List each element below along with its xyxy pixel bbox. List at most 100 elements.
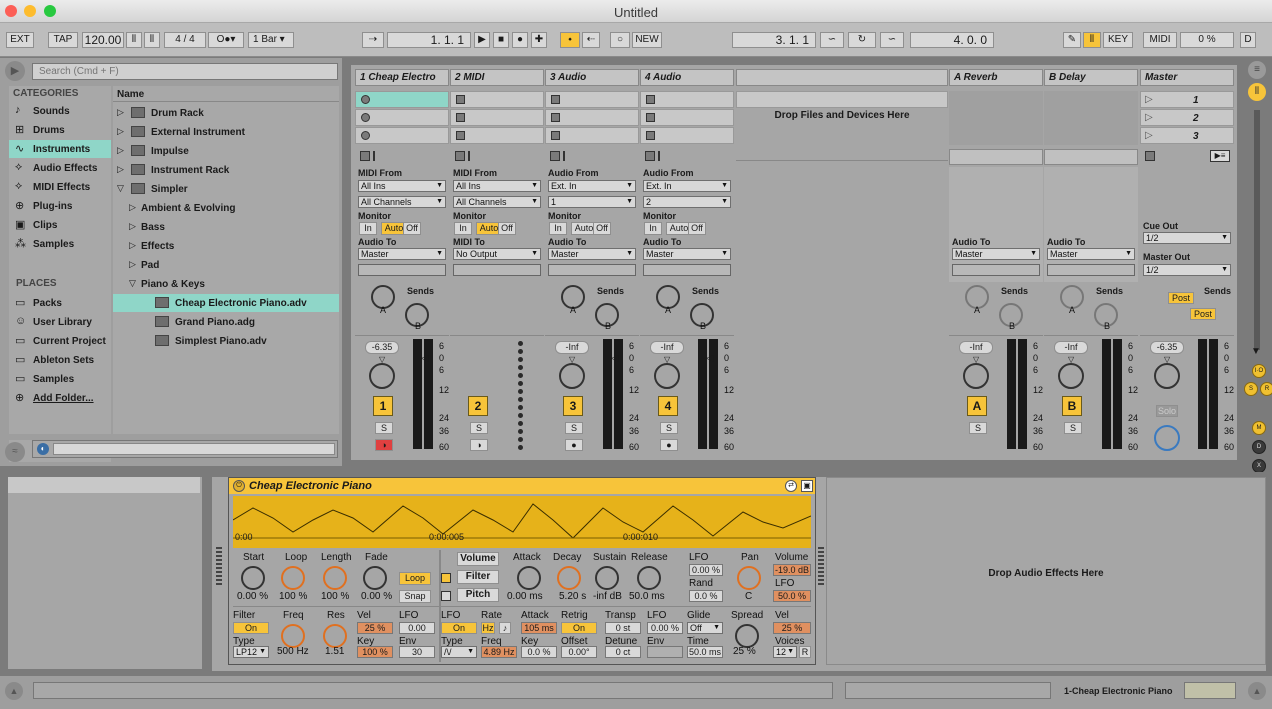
browser-item[interactable]: ▷ Effects [113, 237, 339, 255]
arm-button[interactable]: ● [660, 439, 678, 451]
loop-switch-icon[interactable]: ↻ [848, 32, 876, 48]
place-item[interactable]: ☺ User Library [9, 313, 111, 331]
browser-item[interactable]: ▷ Impulse [113, 142, 339, 160]
clip-stop-icon[interactable] [361, 131, 370, 140]
volume-slider-icon[interactable]: ◁ [421, 353, 429, 364]
volume-lfo-value[interactable]: 50.0 % [773, 590, 811, 602]
browser-item[interactable]: ▷ Drum Rack [113, 104, 339, 122]
master-volume-field[interactable]: -6.35 [1150, 341, 1184, 354]
scene-menu-icon[interactable]: ▶≡ [1210, 150, 1230, 162]
track-stop-icon[interactable] [550, 151, 560, 161]
return-output-channel[interactable] [952, 264, 1040, 276]
clip-stop-icon[interactable] [551, 95, 560, 104]
automation-arm-icon[interactable]: ⬩ [560, 32, 580, 48]
lfo-sync-icon[interactable]: ♪ [499, 622, 511, 634]
clip-slot[interactable] [355, 127, 449, 144]
output-select[interactable]: No Output [453, 248, 541, 260]
browser-item[interactable]: ▷ Pad [113, 256, 339, 274]
master-header[interactable]: Master [1140, 69, 1234, 86]
scene-launch[interactable]: ▷ 3 [1140, 127, 1234, 144]
scroll-down-icon[interactable]: ▼ [1251, 346, 1261, 357]
chain-drag-handle[interactable] [216, 547, 222, 587]
category-item[interactable]: ∿ Instruments [9, 140, 111, 158]
browser-item[interactable]: ▷ External Instrument [113, 123, 339, 141]
disclosure-icon[interactable]: ▷ [117, 107, 124, 118]
solo-switch-button[interactable]: Solo [1156, 405, 1178, 417]
back-to-arrangement-icon[interactable]: ⇠ [582, 32, 600, 48]
track-activator[interactable]: 4 [658, 396, 678, 416]
stop-icon[interactable]: ■ [493, 32, 509, 48]
loop-length[interactable]: 4. 0. 0 [910, 32, 994, 48]
tempo-field[interactable]: 120.00 [82, 32, 124, 48]
sample-waveform[interactable]: 0:00 0:00:005 0:00:010 [233, 496, 811, 548]
cue-out-select[interactable]: 1/2 [1143, 232, 1231, 244]
overdub-icon[interactable]: ✚ [531, 32, 547, 48]
return-solo-button[interactable]: S [969, 422, 987, 434]
arm-button[interactable]: ◑ [375, 439, 393, 451]
volume-field[interactable]: -Inf [650, 341, 684, 354]
browser-item[interactable]: Grand Piano.adg [113, 313, 339, 331]
monitor-off-button[interactable]: Off [498, 222, 516, 235]
lfo-freq-value[interactable]: 4.89 Hz [481, 646, 517, 658]
io-toggle-icon[interactable]: M [1252, 421, 1266, 435]
solo-button[interactable]: S [470, 422, 488, 434]
scene-play-icon[interactable]: ▷ [1145, 94, 1153, 105]
solo-button[interactable]: S [565, 422, 583, 434]
audio-effects-drop-zone[interactable]: Drop Audio Effects Here [826, 477, 1266, 665]
return-pan-knob[interactable] [1058, 363, 1084, 389]
glide-time-value[interactable]: 50.0 ms [687, 646, 723, 658]
return-output-select[interactable]: Master [952, 248, 1040, 260]
post-button[interactable]: Post [1168, 292, 1194, 304]
category-item[interactable]: ⟡ Audio Effects [9, 159, 111, 177]
category-item[interactable]: ▣ Clips [9, 216, 111, 234]
filter-freq-knob[interactable] [281, 624, 305, 648]
output-channel[interactable] [548, 264, 636, 276]
voices-select[interactable]: 12 [773, 646, 797, 658]
track-activator[interactable]: 3 [563, 396, 583, 416]
volume-slider-icon[interactable]: ◁ [706, 353, 714, 364]
stop-all-clips-icon[interactable] [1145, 151, 1155, 161]
track-stop-icon[interactable] [360, 151, 370, 161]
clip-stop-icon[interactable] [361, 95, 370, 104]
track-header[interactable]: 3 Audio [545, 69, 639, 86]
clip-slot[interactable] [640, 127, 734, 144]
pan-knob[interactable] [559, 363, 585, 389]
vel-value[interactable]: 25 % [773, 622, 811, 634]
pitch-enable[interactable] [441, 591, 451, 601]
monitor-in-button[interactable]: In [549, 222, 567, 235]
category-item[interactable]: ⁂ Samples [9, 235, 111, 253]
new-button[interactable]: NEW [632, 32, 662, 48]
volume-field[interactable]: -6.35 [365, 341, 399, 354]
master-out-select[interactable]: 1/2 [1143, 264, 1231, 276]
track-activator[interactable]: 1 [373, 396, 393, 416]
spread-knob[interactable] [735, 624, 759, 648]
return-volume-field[interactable]: -Inf [1054, 341, 1088, 354]
volume-tab[interactable]: Volume [457, 552, 499, 566]
lfo-hz-button[interactable]: Hz [481, 622, 495, 634]
return-header[interactable]: B Delay [1044, 69, 1138, 86]
track-stop-icon[interactable] [455, 151, 465, 161]
monitor-off-button[interactable]: Off [403, 222, 421, 235]
volume-value[interactable]: -19.0 dB [773, 564, 811, 576]
master-pan-knob[interactable] [1154, 363, 1180, 389]
cue-volume-knob[interactable] [1154, 425, 1180, 451]
info-toggle-icon[interactable]: ▲ [5, 682, 23, 700]
post-button-2[interactable]: Post [1190, 308, 1216, 320]
transp-value[interactable]: 0 st [605, 622, 641, 634]
pitch-env-value[interactable] [647, 646, 683, 658]
output-channel[interactable] [643, 264, 731, 276]
monitor-in-button[interactable]: In [454, 222, 472, 235]
time-signature[interactable]: 4 / 4 [164, 32, 206, 48]
preview-bar[interactable]: ◐ [32, 440, 338, 458]
ext-button[interactable]: EXT [6, 32, 34, 48]
io-toggle-icon[interactable]: D [1252, 440, 1266, 454]
input-type-select[interactable]: All Ins [358, 180, 446, 192]
monitor-off-button[interactable]: Off [688, 222, 706, 235]
io-toggle-icon[interactable]: I·O [1252, 364, 1266, 378]
output-select[interactable]: Master [548, 248, 636, 260]
input-channel-select[interactable]: 2 [643, 196, 731, 208]
device-on-icon[interactable]: ⏻ [233, 480, 245, 492]
vol-lfo-value[interactable]: 0.00 % [689, 564, 723, 576]
io-toggle-icon[interactable]: S [1244, 382, 1258, 396]
clip-slot[interactable] [545, 91, 639, 108]
